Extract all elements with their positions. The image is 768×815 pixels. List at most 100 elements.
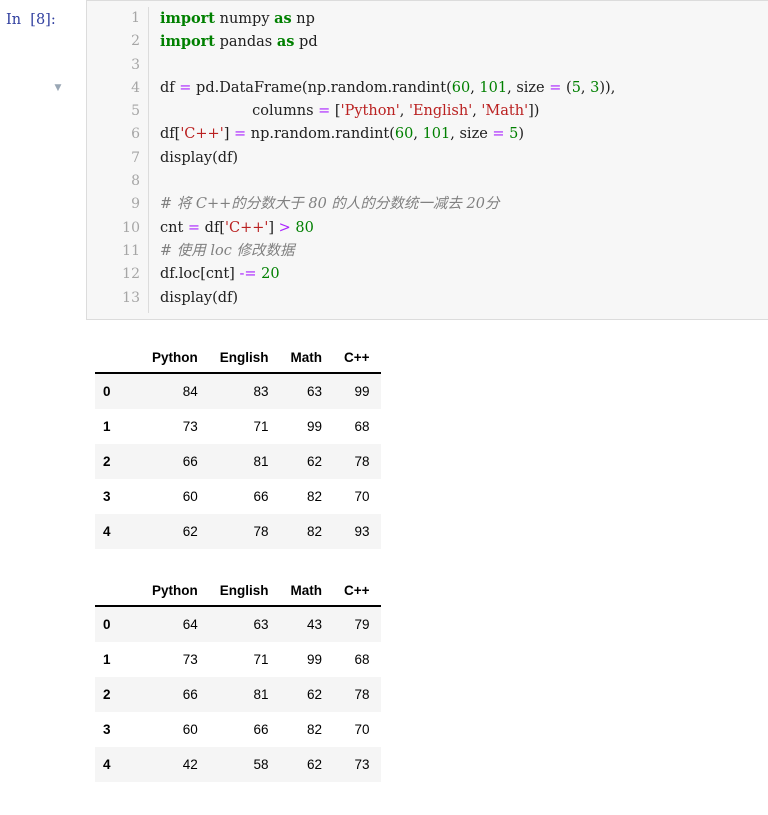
line-number-text: 11: [122, 242, 140, 259]
token-str: 'C++': [224, 219, 269, 236]
table-header-row: Python English Math C++: [95, 577, 381, 607]
table-cell: 79: [333, 606, 381, 642]
table-cell: 70: [333, 479, 381, 514]
line-number-text: 4: [131, 79, 140, 96]
code-line-6[interactable]: df['C++'] = np.random.randint(60, 101, s…: [160, 123, 768, 146]
column-header-cpp: C++: [333, 344, 381, 374]
token-num: 60: [451, 79, 471, 96]
code-line-8[interactable]: [160, 170, 768, 193]
line-number-9: 9: [87, 193, 140, 216]
token-num: 20: [261, 266, 280, 283]
output-spacer-mid: [0, 549, 768, 577]
table-cell: 66: [141, 444, 209, 479]
token-plain: ]): [528, 103, 540, 120]
token-cmt: # 使用 loc 修改数据: [160, 242, 295, 259]
row-index-label: 0: [95, 373, 141, 409]
line-number-11: 11: [87, 240, 140, 263]
token-kw: as: [274, 10, 292, 27]
table-cell: 68: [333, 409, 381, 444]
token-num: 101: [479, 79, 508, 96]
code-line-4[interactable]: df = pd.DataFrame(np.random.randint(60 , …: [160, 77, 768, 100]
code-line-7[interactable]: display(df): [160, 147, 768, 170]
line-number-4: ▼ 4: [55, 77, 140, 100]
code-line-12[interactable]: df.loc[cnt] -= 20: [160, 263, 768, 286]
code-line-13[interactable]: display(df): [160, 287, 768, 310]
triangle-down-icon[interactable]: ▼: [51, 77, 65, 100]
code-line-3[interactable]: [160, 54, 768, 77]
table-cell: 71: [208, 409, 280, 444]
column-header-english: English: [208, 344, 280, 374]
table-cell: 78: [208, 514, 280, 549]
line-number-1: 1: [87, 7, 140, 30]
output-spacer-top: [0, 320, 768, 344]
code-line-5[interactable]: columns = ['Python', 'English', 'Math']): [160, 100, 768, 123]
table-row: 1 73 71 99 68: [95, 409, 381, 444]
code-content[interactable]: import numpy as np import pandas as pd df…: [149, 7, 768, 313]
table-cell: 68: [333, 642, 381, 677]
token-plain: )),: [599, 79, 616, 96]
code-line-9[interactable]: # 将 C++的分数大于 80 的人的分数统一减去 20分: [160, 193, 768, 216]
table-cell: 81: [208, 444, 280, 479]
table-cell: 81: [208, 677, 280, 712]
token-plain: pandas: [215, 34, 277, 51]
table-cell: 99: [279, 642, 334, 677]
line-number-text: 7: [131, 149, 140, 166]
token-plain: numpy: [215, 11, 275, 27]
token-plain: np.random.randint(: [246, 126, 395, 143]
table-cell: 62: [279, 747, 334, 782]
code-line-10[interactable]: cnt = df['C++'] > 80: [160, 217, 768, 240]
table-cell: 66: [141, 677, 209, 712]
output-area-2: Python English Math C++ 0 64 63 43 79 1 73 71 99 68 2…: [0, 577, 768, 782]
dataframe-before-head: Python English Math C++: [95, 344, 381, 374]
table-cell: 83: [208, 373, 280, 409]
column-header-english: English: [208, 577, 280, 607]
code-line-1[interactable]: import numpy as np: [160, 7, 768, 30]
table-cell: 62: [279, 677, 334, 712]
token-op: =: [187, 219, 201, 236]
token-plain: pd: [294, 34, 318, 51]
line-number-text: 2: [131, 33, 140, 50]
token-str: 'English': [408, 103, 473, 120]
notebook: In [8]: 1 2 3 ▼ 4 5 6 7 8 9 10 11 12 13 import numpy …: [0, 0, 768, 782]
token-plain: df: [160, 79, 180, 96]
table-cell: 66: [208, 712, 280, 747]
line-number-text: 9: [131, 196, 140, 213]
token-op: =: [318, 103, 331, 120]
table-cell: 73: [141, 409, 209, 444]
token-plain: (: [561, 79, 572, 96]
line-number-13: 13: [87, 287, 140, 310]
table-cell: 82: [279, 712, 334, 747]
table-cell: 60: [141, 479, 209, 514]
table-cell: 58: [208, 747, 280, 782]
token-plain: ,: [580, 79, 591, 96]
table-row: 4 42 58 62 73: [95, 747, 381, 782]
token-plain: , size: [507, 79, 550, 96]
line-number-3: 3: [87, 54, 140, 77]
table-cell: 99: [333, 373, 381, 409]
code-editor[interactable]: 1 2 3 ▼ 4 5 6 7 8 9 10 11 12 13 import numpy as np imp…: [55, 0, 768, 320]
token-op: =: [549, 79, 562, 96]
column-header-cpp: C++: [333, 577, 381, 607]
table-row: 0 84 83 63 99: [95, 373, 381, 409]
row-index-label: 3: [95, 712, 141, 747]
line-number-text: 12: [122, 266, 140, 283]
code-line-2[interactable]: import pandas as pd: [160, 30, 768, 53]
code-cell[interactable]: In [8]: 1 2 3 ▼ 4 5 6 7 8 9 10 11 12 13 import numpy …: [0, 0, 768, 320]
line-number-text: 13: [122, 289, 140, 306]
row-index-label: 4: [95, 514, 141, 549]
dataframe-before: Python English Math C++ 0 84 83 63 99 1 73 71 99 68 2…: [95, 344, 381, 549]
token-num: 80: [295, 219, 314, 236]
token-plain: cnt: [160, 219, 188, 236]
table-cell: 62: [279, 444, 334, 479]
token-plain: pd.DataFrame(np.random.randint(: [191, 79, 452, 96]
line-number-10: 10: [87, 217, 140, 240]
token-plain: columns: [160, 103, 319, 120]
token-plain: df.loc[cnt]: [160, 266, 240, 283]
token-plain: ): [518, 126, 525, 143]
line-number-8: 8: [87, 170, 140, 193]
code-line-11[interactable]: # 使用 loc 修改数据: [160, 240, 768, 263]
table-cell: 70: [333, 712, 381, 747]
table-cell: 66: [208, 479, 280, 514]
line-number-text: 3: [131, 56, 140, 73]
token-plain: ,: [399, 103, 409, 120]
